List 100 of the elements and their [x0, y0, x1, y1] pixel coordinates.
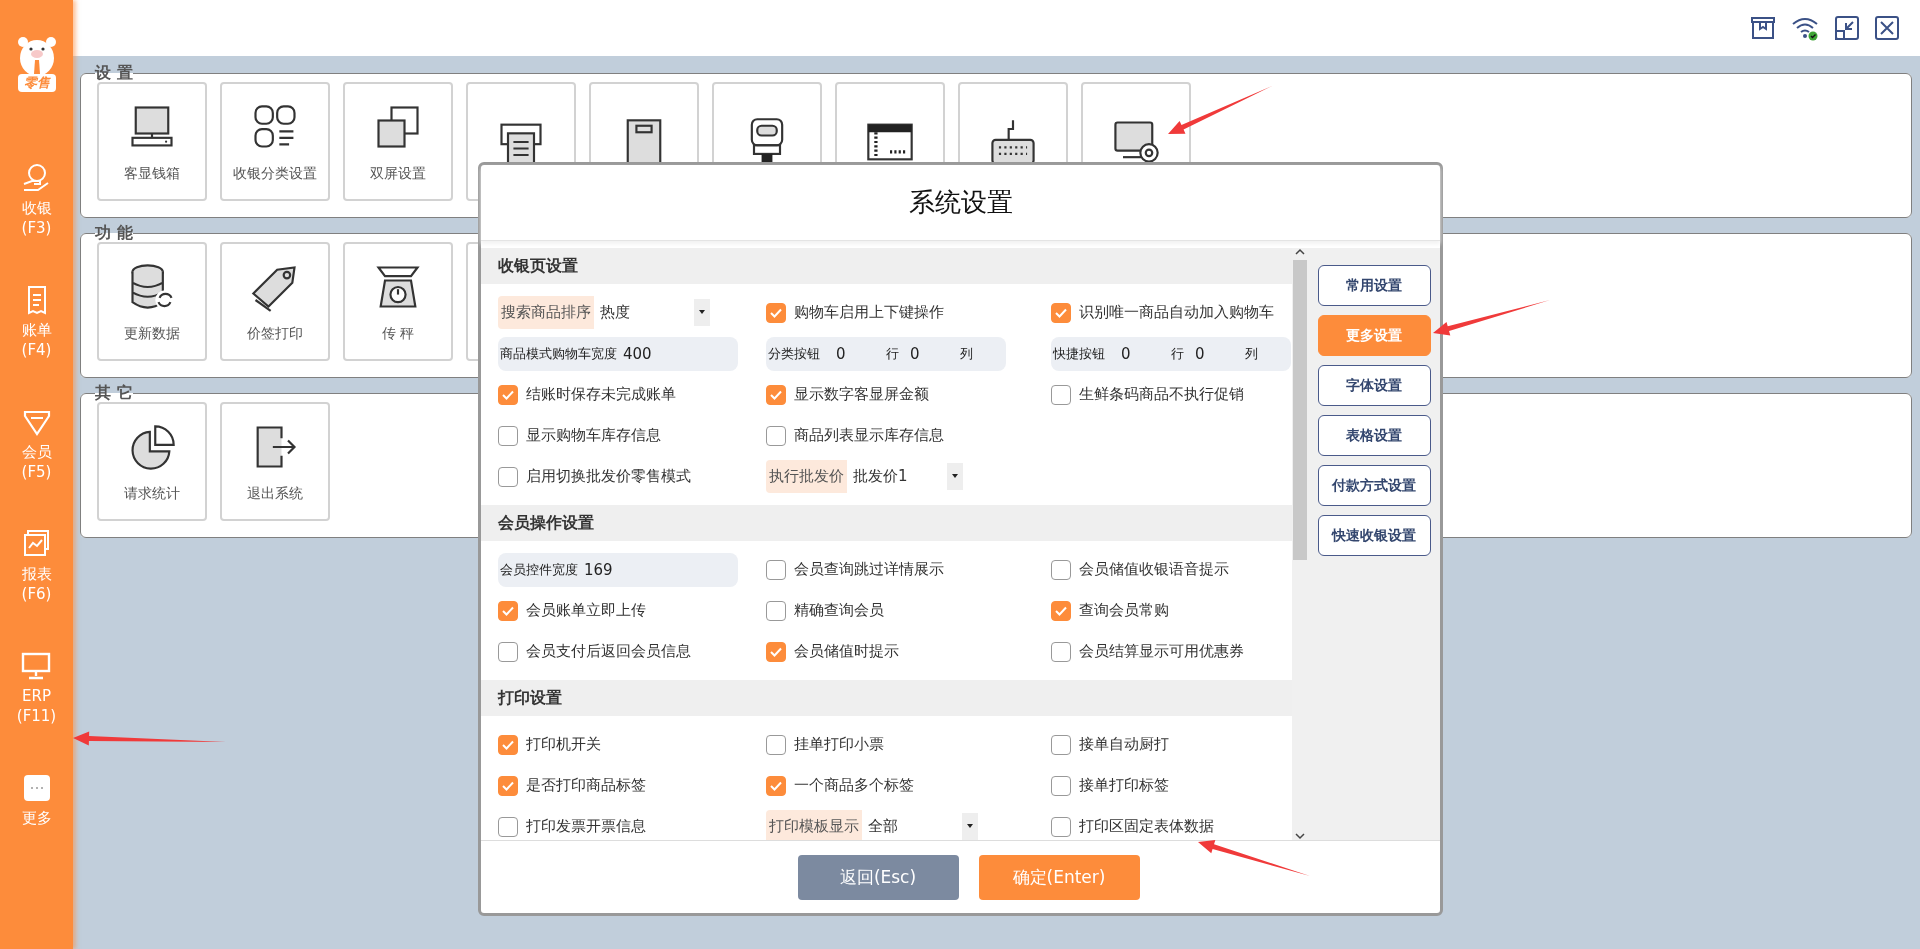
caret-icon [698, 310, 706, 315]
wifi-icon[interactable] [1790, 15, 1820, 41]
dropdown[interactable]: 批发价1 [853, 463, 963, 490]
shrink-icon[interactable] [1834, 15, 1860, 41]
checkbox-label: 会员结算显示可用优惠券 [1079, 642, 1244, 661]
settings-tab[interactable]: 常用设置 [1317, 265, 1431, 306]
checkbox-label: 接单打印标签 [1079, 776, 1169, 795]
tile-button[interactable]: 客显钱箱 [97, 82, 207, 201]
check-icon [770, 307, 782, 318]
dialog-title: 系统设置 [481, 165, 1440, 241]
field-label: 分类按钮 [768, 344, 820, 363]
tile-button[interactable]: 退出系统 [220, 402, 330, 521]
checkbox-label: 会员储值时提示 [794, 642, 899, 661]
checkbox[interactable] [766, 600, 786, 621]
checkbox[interactable] [1051, 641, 1071, 662]
checkbox-label: 打印发票开票信息 [526, 817, 646, 836]
close-icon[interactable] [1874, 15, 1900, 41]
shortcut-label: (F4) [21, 340, 52, 360]
check-icon [502, 605, 514, 616]
monitor-icon[interactable] [20, 650, 53, 682]
check-icon [1055, 307, 1067, 318]
checkbox[interactable] [766, 302, 786, 323]
back-button[interactable]: 返回(Esc) [797, 854, 959, 900]
tile-button[interactable]: 双屏设置 [343, 82, 453, 201]
checkbox[interactable] [498, 425, 518, 446]
dropdown[interactable]: 热度 [600, 299, 710, 326]
checkbox[interactable] [766, 734, 786, 755]
tile-label: 退出系统 [247, 484, 303, 503]
checkbox-label: 接单自动厨打 [1079, 735, 1169, 754]
checkbox[interactable] [766, 641, 786, 662]
input-field[interactable]: 0 [836, 344, 886, 363]
dropdown[interactable]: 全部 [868, 813, 978, 840]
checkbox-label: 显示数字客显屏金额 [794, 385, 929, 404]
section-heading: 会员操作设置 [481, 505, 1292, 541]
input-field[interactable]: 0 [1195, 344, 1245, 363]
settings-tab[interactable]: 字体设置 [1317, 365, 1431, 406]
settings-tab[interactable]: 表格设置 [1317, 415, 1431, 456]
checkbox-label: 一个商品多个标签 [794, 776, 914, 795]
box-icon[interactable] [1750, 15, 1776, 41]
checkbox[interactable] [498, 384, 518, 405]
shortcut-label: (F3) [21, 218, 52, 238]
field-label: 打印模板显示 [766, 810, 862, 840]
checkbox[interactable] [498, 734, 518, 755]
shortcut-label: (F11) [16, 706, 57, 726]
checkbox[interactable] [498, 816, 518, 837]
scroll-down-icon[interactable] [1295, 832, 1305, 840]
checkbox[interactable] [766, 384, 786, 405]
tile-button[interactable]: 传 秤 [343, 242, 453, 361]
checkbox[interactable] [766, 775, 786, 796]
field-label: 快捷按钮 [1053, 344, 1105, 363]
checkbox-label: 启用切换批发价零售模式 [526, 467, 691, 486]
tile-label: 收银分类设置 [233, 164, 317, 183]
tile-button[interactable]: 请求统计 [97, 402, 207, 521]
checkbox-label: 是否打印商品标签 [526, 776, 646, 795]
scroll-up-icon[interactable] [1295, 248, 1305, 256]
checkbox[interactable] [1051, 600, 1071, 621]
checkbox[interactable] [498, 600, 518, 621]
checkbox[interactable] [1051, 775, 1071, 796]
checkbox[interactable] [498, 641, 518, 662]
checkbox-label: 精确查询会员 [794, 601, 884, 620]
checkbox[interactable] [1051, 816, 1071, 837]
section-heading: 打印设置 [481, 680, 1292, 716]
settings-tab[interactable]: 付款方式设置 [1317, 465, 1431, 506]
check-icon [502, 389, 514, 400]
check-icon [1055, 605, 1067, 616]
tile-button[interactable]: 更新数据 [97, 242, 207, 361]
checkbox[interactable] [1051, 384, 1071, 405]
shortcut-label: (F5) [21, 462, 52, 482]
tile-button[interactable]: 价签打印 [220, 242, 330, 361]
tile-label: 双屏设置 [370, 164, 426, 183]
checkbox-label: 会员储值收银语音提示 [1079, 560, 1229, 579]
section-heading: 收银页设置 [481, 248, 1292, 284]
logo-text: 零售 [17, 74, 56, 92]
input-field[interactable]: 0 [1121, 344, 1171, 363]
unit-label: 列 [1245, 344, 1259, 363]
checkbox[interactable] [498, 775, 518, 796]
checkbox[interactable] [766, 559, 786, 580]
field-label: 执行批发价 [766, 460, 847, 493]
checkbox[interactable] [766, 425, 786, 446]
panel-title: 设 置 [95, 64, 133, 82]
unit-label: 列 [960, 344, 974, 363]
check-icon [770, 780, 782, 791]
check-icon [502, 780, 514, 791]
scrollbar-thumb[interactable] [1293, 260, 1307, 560]
checkbox-label: 结账时保存未完成账单 [526, 385, 676, 404]
settings-tab[interactable]: 快速收银设置 [1317, 515, 1431, 556]
input-field[interactable]: 400 [623, 344, 652, 363]
checkbox[interactable] [498, 466, 518, 487]
checkbox[interactable] [1051, 734, 1071, 755]
unit-label: 行 [886, 344, 900, 363]
checkbox[interactable] [1051, 559, 1071, 580]
checkbox-label: 显示购物车库存信息 [526, 426, 661, 445]
tile-label: 客显钱箱 [124, 164, 180, 183]
checkbox[interactable] [1051, 302, 1071, 323]
field-label: 会员控件宽度 [500, 560, 578, 579]
tile-label: 请求统计 [124, 484, 180, 503]
input-field[interactable]: 0 [910, 344, 960, 363]
tile-button[interactable]: 收银分类设置 [220, 82, 330, 201]
checkbox-label: 挂单打印小票 [794, 735, 884, 754]
input-field[interactable]: 169 [584, 560, 613, 579]
